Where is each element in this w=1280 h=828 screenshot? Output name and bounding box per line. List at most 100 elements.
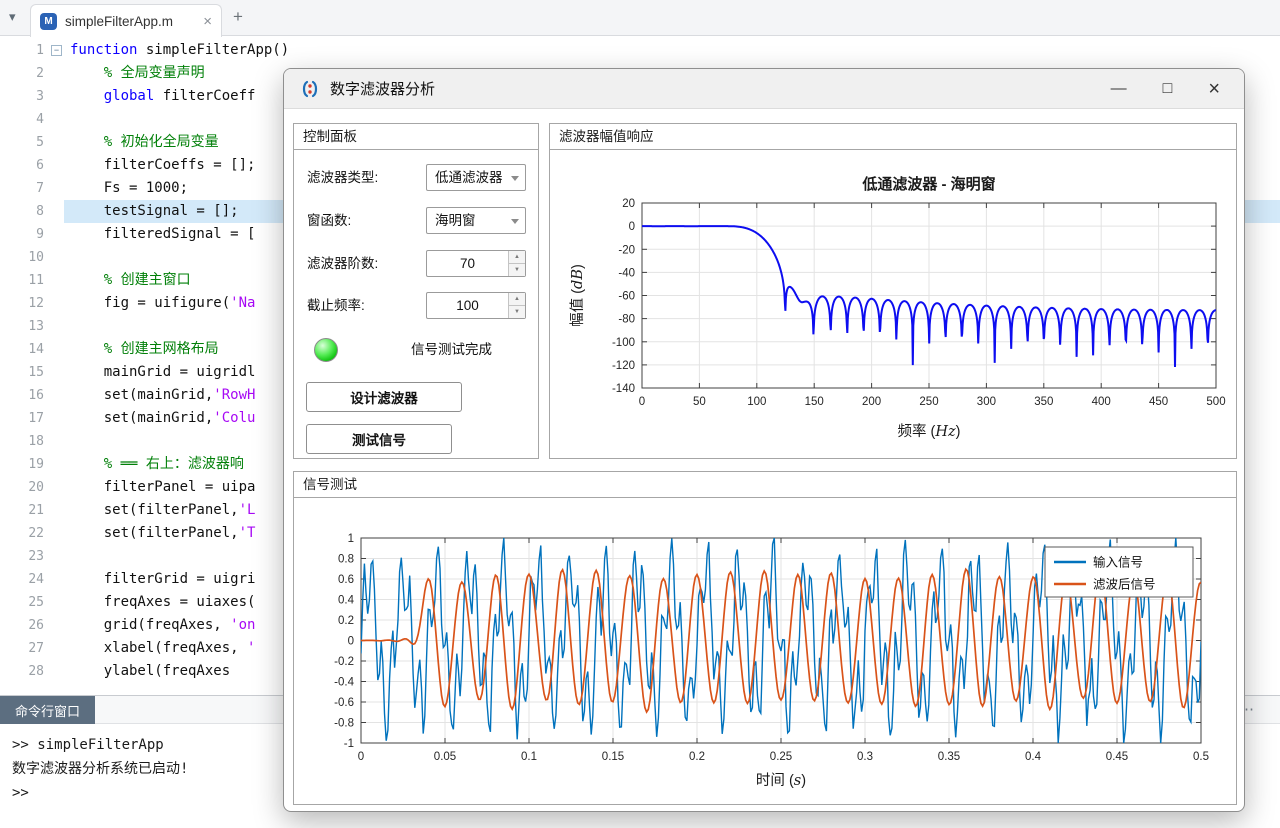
svg-text:0.05: 0.05: [434, 751, 456, 763]
command-window-tab[interactable]: 命令行窗口: [0, 696, 95, 724]
line-number[interactable]: 28: [0, 660, 44, 683]
svg-text:100: 100: [747, 396, 766, 408]
line-number[interactable]: 18: [0, 430, 44, 453]
fold-icon[interactable]: −: [51, 39, 65, 62]
code-text: freqAxes = uiaxes(: [70, 591, 255, 614]
spinner-down-icon[interactable]: ▼: [509, 306, 525, 318]
spinner-buttons: ▲ ▼: [508, 251, 525, 276]
svg-text:0.15: 0.15: [602, 751, 624, 763]
svg-text:-1: -1: [344, 738, 354, 750]
svg-text:250: 250: [919, 396, 938, 408]
code-text: mainGrid = uigridl: [70, 361, 255, 384]
line-number[interactable]: 3: [0, 85, 44, 108]
spinner-up-icon[interactable]: ▲: [509, 251, 525, 264]
code-text: filterCoeffs = [];: [70, 154, 255, 177]
line-number[interactable]: 16: [0, 384, 44, 407]
spinner-down-icon[interactable]: ▼: [509, 264, 525, 276]
svg-text:-80: -80: [618, 314, 635, 326]
code-text: set(filterPanel,'T: [70, 522, 255, 545]
line-number[interactable]: 2: [0, 62, 44, 85]
code-text: ylabel(freqAxes: [70, 660, 230, 683]
line-number[interactable]: 15: [0, 361, 44, 384]
cutoff-frequency-value: 100: [427, 293, 508, 318]
svg-text:-60: -60: [618, 291, 635, 303]
svg-text:300: 300: [977, 396, 996, 408]
line-number[interactable]: 19: [0, 453, 44, 476]
spinner-buttons: ▲ ▼: [508, 293, 525, 318]
line-number[interactable]: 4: [0, 108, 44, 131]
line-number[interactable]: 24: [0, 568, 44, 591]
svg-text:时间 (s): 时间 (s): [756, 772, 806, 789]
cutoff-frequency-row: 截止频率: 100 ▲ ▼: [307, 292, 526, 319]
code-text: xlabel(freqAxes, ': [70, 637, 255, 660]
svg-text:0: 0: [639, 396, 645, 408]
dialog-title: 数字滤波器分析: [330, 78, 435, 99]
line-number[interactable]: 6: [0, 154, 44, 177]
window-function-dropdown[interactable]: 海明窗: [426, 207, 526, 234]
filter-type-dropdown[interactable]: 低通滤波器: [426, 164, 526, 191]
cutoff-frequency-spinner[interactable]: 100 ▲ ▼: [426, 292, 526, 319]
line-number[interactable]: 27: [0, 637, 44, 660]
line-number[interactable]: 11: [0, 269, 44, 292]
control-panel: 控制面板 滤波器类型: 低通滤波器 窗函数: 海明窗 滤波器阶数: 70 ▲ ▼: [293, 123, 539, 459]
maximize-button[interactable]: □: [1163, 81, 1173, 97]
svg-text:1: 1: [348, 533, 354, 545]
new-tab-icon[interactable]: +: [233, 7, 243, 27]
code-text: % 全局变量声明: [70, 62, 205, 85]
tab-close-icon[interactable]: ×: [203, 14, 212, 29]
minimize-button[interactable]: —: [1111, 81, 1127, 97]
design-filter-button[interactable]: 设计滤波器: [306, 382, 462, 412]
svg-text:0: 0: [358, 751, 364, 763]
status-lamp: [314, 338, 338, 362]
filter-order-spinner[interactable]: 70 ▲ ▼: [426, 250, 526, 277]
svg-text:-100: -100: [612, 337, 635, 349]
line-number[interactable]: 25: [0, 591, 44, 614]
svg-text:0.4: 0.4: [1025, 751, 1042, 763]
chevron-down-icon[interactable]: ▾: [9, 9, 16, 25]
code-text: grid(freqAxes, 'on: [70, 614, 255, 637]
svg-text:低通滤波器 - 海明窗: 低通滤波器 - 海明窗: [861, 175, 995, 193]
spinner-up-icon[interactable]: ▲: [509, 293, 525, 306]
line-number[interactable]: 13: [0, 315, 44, 338]
svg-text:0: 0: [629, 221, 635, 233]
line-number[interactable]: 21: [0, 499, 44, 522]
line-number[interactable]: 23: [0, 545, 44, 568]
svg-text:0.6: 0.6: [338, 574, 354, 586]
magnitude-response-chart: 050100150200250300350400450500200-20-40-…: [550, 151, 1236, 458]
chevron-down-icon: [511, 219, 519, 224]
svg-text:0.45: 0.45: [1106, 751, 1128, 763]
line-number[interactable]: 22: [0, 522, 44, 545]
svg-text:0.25: 0.25: [770, 751, 792, 763]
close-button[interactable]: ×: [1208, 81, 1220, 97]
window-function-row: 窗函数: 海明窗: [307, 207, 526, 234]
code-text: set(mainGrid,'Colu: [70, 407, 255, 430]
line-number[interactable]: 20: [0, 476, 44, 499]
svg-text:0: 0: [348, 636, 354, 648]
line-number[interactable]: 26: [0, 614, 44, 637]
svg-text:-0.8: -0.8: [334, 718, 354, 730]
code-text: set(filterPanel,'L: [70, 499, 255, 522]
code-text: % 初始化全局变量: [70, 131, 219, 154]
signal-panel-title: 信号测试: [294, 472, 1236, 498]
line-number[interactable]: 12: [0, 292, 44, 315]
line-number[interactable]: 7: [0, 177, 44, 200]
line-number[interactable]: 8: [0, 200, 44, 223]
line-number[interactable]: 10: [0, 246, 44, 269]
code-text: fig = uifigure('Na: [70, 292, 255, 315]
line-number[interactable]: 5: [0, 131, 44, 154]
line-number[interactable]: 17: [0, 407, 44, 430]
filter-order-row: 滤波器阶数: 70 ▲ ▼: [307, 250, 526, 277]
test-signal-button[interactable]: 测试信号: [306, 424, 452, 454]
editor-tab[interactable]: M simpleFilterApp.m ×: [30, 4, 222, 37]
svg-text:-0.2: -0.2: [334, 656, 354, 668]
svg-text:0.1: 0.1: [521, 751, 537, 763]
code-text: % 创建主网格布局: [70, 338, 219, 361]
svg-text:频率 (Hz): 频率 (Hz): [898, 423, 961, 440]
svg-text:0.8: 0.8: [338, 554, 354, 566]
line-number[interactable]: 9: [0, 223, 44, 246]
dialog-titlebar[interactable]: 数字滤波器分析 — □ ×: [284, 69, 1244, 109]
code-text: set(mainGrid,'RowH: [70, 384, 255, 407]
line-number[interactable]: 1: [0, 39, 44, 62]
line-number[interactable]: 14: [0, 338, 44, 361]
window-function-label: 窗函数:: [307, 207, 351, 234]
